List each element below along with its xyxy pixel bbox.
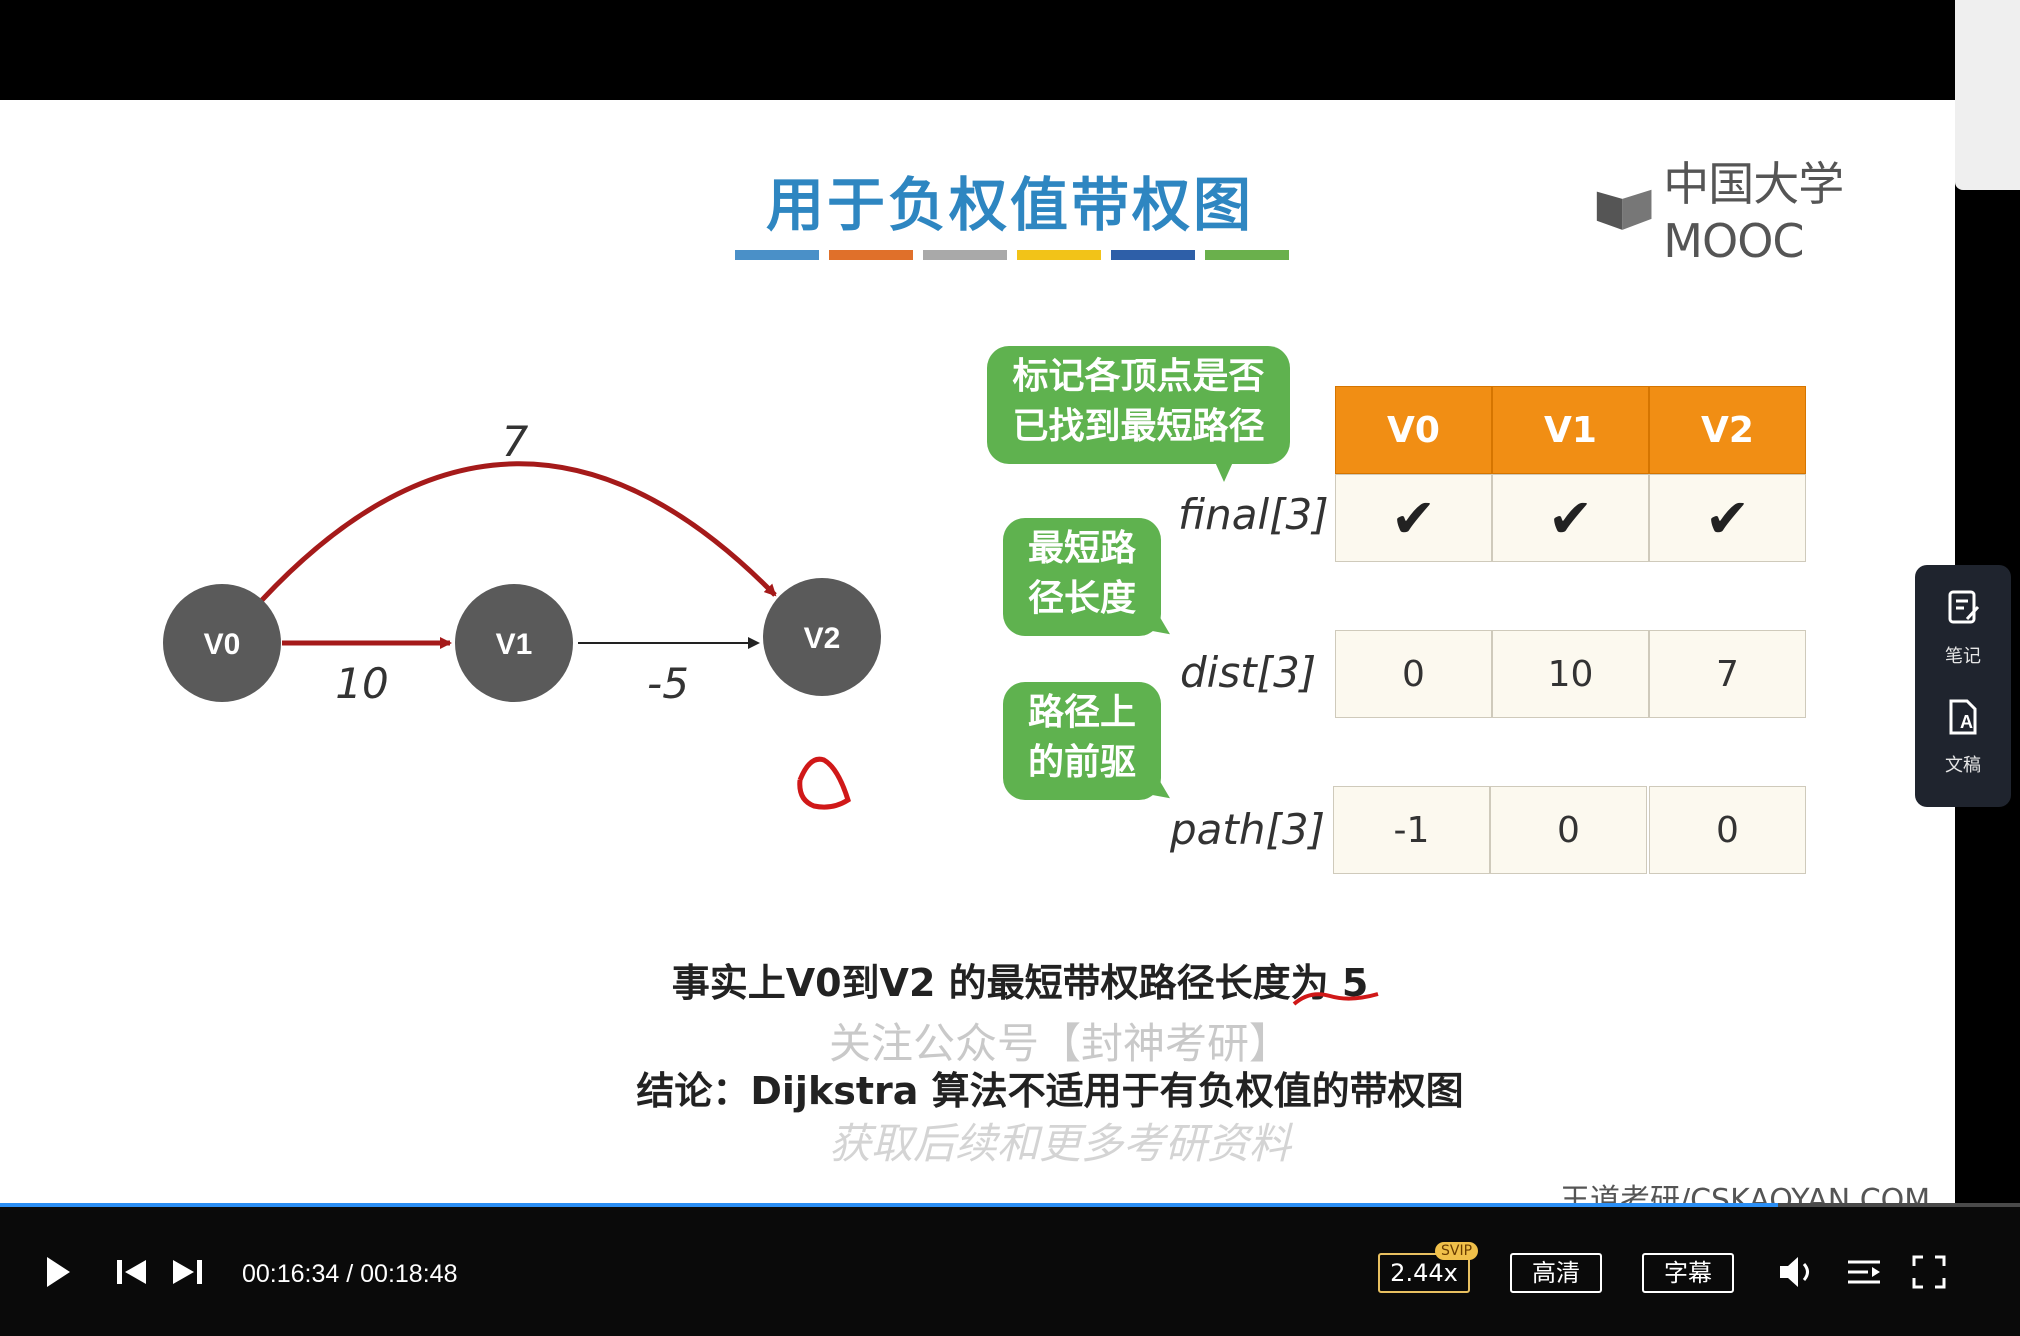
fullscreen-icon[interactable] [1912, 1255, 1946, 1289]
table-header-v1: V1 [1492, 386, 1649, 474]
svg-text:A: A [1960, 712, 1973, 732]
bubble-path-line2: 的前驱 [1027, 742, 1136, 783]
fact-text: 事实上V0到V2 的最短带权路径长度为 5 [671, 961, 1369, 1005]
final-cell-v1: ✔ [1492, 474, 1649, 562]
path-cell-v0: -1 [1333, 786, 1490, 874]
row-label-final: final[3] [1178, 490, 1329, 539]
quality-button[interactable]: 高清 [1510, 1253, 1602, 1293]
speed-value: 2.44x [1390, 1259, 1458, 1287]
edge-v0-v1-weight: 10 [335, 659, 388, 708]
table-header-v0: V0 [1335, 386, 1492, 474]
path-cell-v2: 0 [1649, 786, 1806, 874]
bubble-dist-line2: 径长度 [1027, 578, 1136, 619]
final-cell-v2: ✔ [1649, 474, 1806, 562]
path-cell-v1: 0 [1490, 786, 1647, 874]
play-icon[interactable] [44, 1255, 72, 1289]
transcript-icon[interactable]: A [1947, 698, 1981, 736]
notes-icon[interactable] [1947, 589, 1981, 627]
credit-text: 王道考研/CSKAOYAN.COM [1560, 1183, 1931, 1206]
svip-badge: SVIP [1435, 1242, 1479, 1260]
dist-cell-v0: 0 [1335, 630, 1492, 718]
final-cell-v0: ✔ [1335, 474, 1492, 562]
bubble-path: 路径上 的前驱 [1003, 682, 1161, 800]
playlist-icon[interactable] [1846, 1257, 1882, 1287]
transcript-label[interactable]: 文稿 [1915, 751, 2011, 777]
notes-label[interactable]: 笔记 [1915, 642, 2011, 668]
dist-cell-v2: 7 [1649, 630, 1806, 718]
time-display: 00:16:34 / 00:18:48 [242, 1260, 458, 1288]
watermark-line2: 获取后续和更多考研资料 [828, 1119, 1291, 1168]
bubble-final-tail [1215, 462, 1233, 482]
bubble-final: 标记各顶点是否 已找到最短路径 [987, 346, 1290, 464]
next-icon[interactable] [170, 1257, 204, 1287]
dist-cell-v1: 10 [1492, 630, 1649, 718]
node-v0-label: V0 [204, 628, 241, 661]
row-label-dist: dist[3] [1180, 648, 1317, 697]
bubble-path-line1: 路径上 [1027, 692, 1136, 733]
subtitles-button[interactable]: 字幕 [1642, 1253, 1734, 1293]
node-v2-label: V2 [804, 622, 841, 655]
row-label-path: path[3] [1170, 805, 1325, 854]
bubble-final-line2: 已找到最短路径 [1012, 406, 1265, 447]
annotation-mark [797, 756, 851, 810]
video-slide: 用于负权值带权图 中国大学MOOC V0 V1 V2 7 10 -5 标记各顶点… [0, 100, 1955, 1206]
conclusion-text: 结论：Dijkstra 算法不适用于有负权值的带权图 [636, 1069, 1464, 1113]
edge-v0-v2-weight: 7 [502, 417, 529, 466]
bubble-dist-line1: 最短路 [1027, 528, 1136, 569]
edge-v0-v2 [260, 461, 777, 602]
underline-mark [1292, 992, 1379, 1006]
table-header-v2: V2 [1649, 386, 1806, 474]
bubble-dist: 最短路 径长度 [1003, 518, 1161, 636]
bubble-final-line1: 标记各顶点是否 [1012, 356, 1265, 397]
node-v1-label: V1 [496, 628, 533, 661]
edge-v1-v2-weight: -5 [647, 659, 689, 708]
right-edge-panel [1955, 0, 2020, 190]
volume-icon[interactable] [1778, 1255, 1820, 1289]
player-controls: 00:16:34 / 00:18:48 2.44x SVIP 高清 字幕 [0, 1207, 2020, 1336]
previous-icon[interactable] [115, 1257, 149, 1287]
top-black-bar [0, 0, 2020, 100]
side-tools-panel: 笔记 A 文稿 [1915, 565, 2011, 807]
